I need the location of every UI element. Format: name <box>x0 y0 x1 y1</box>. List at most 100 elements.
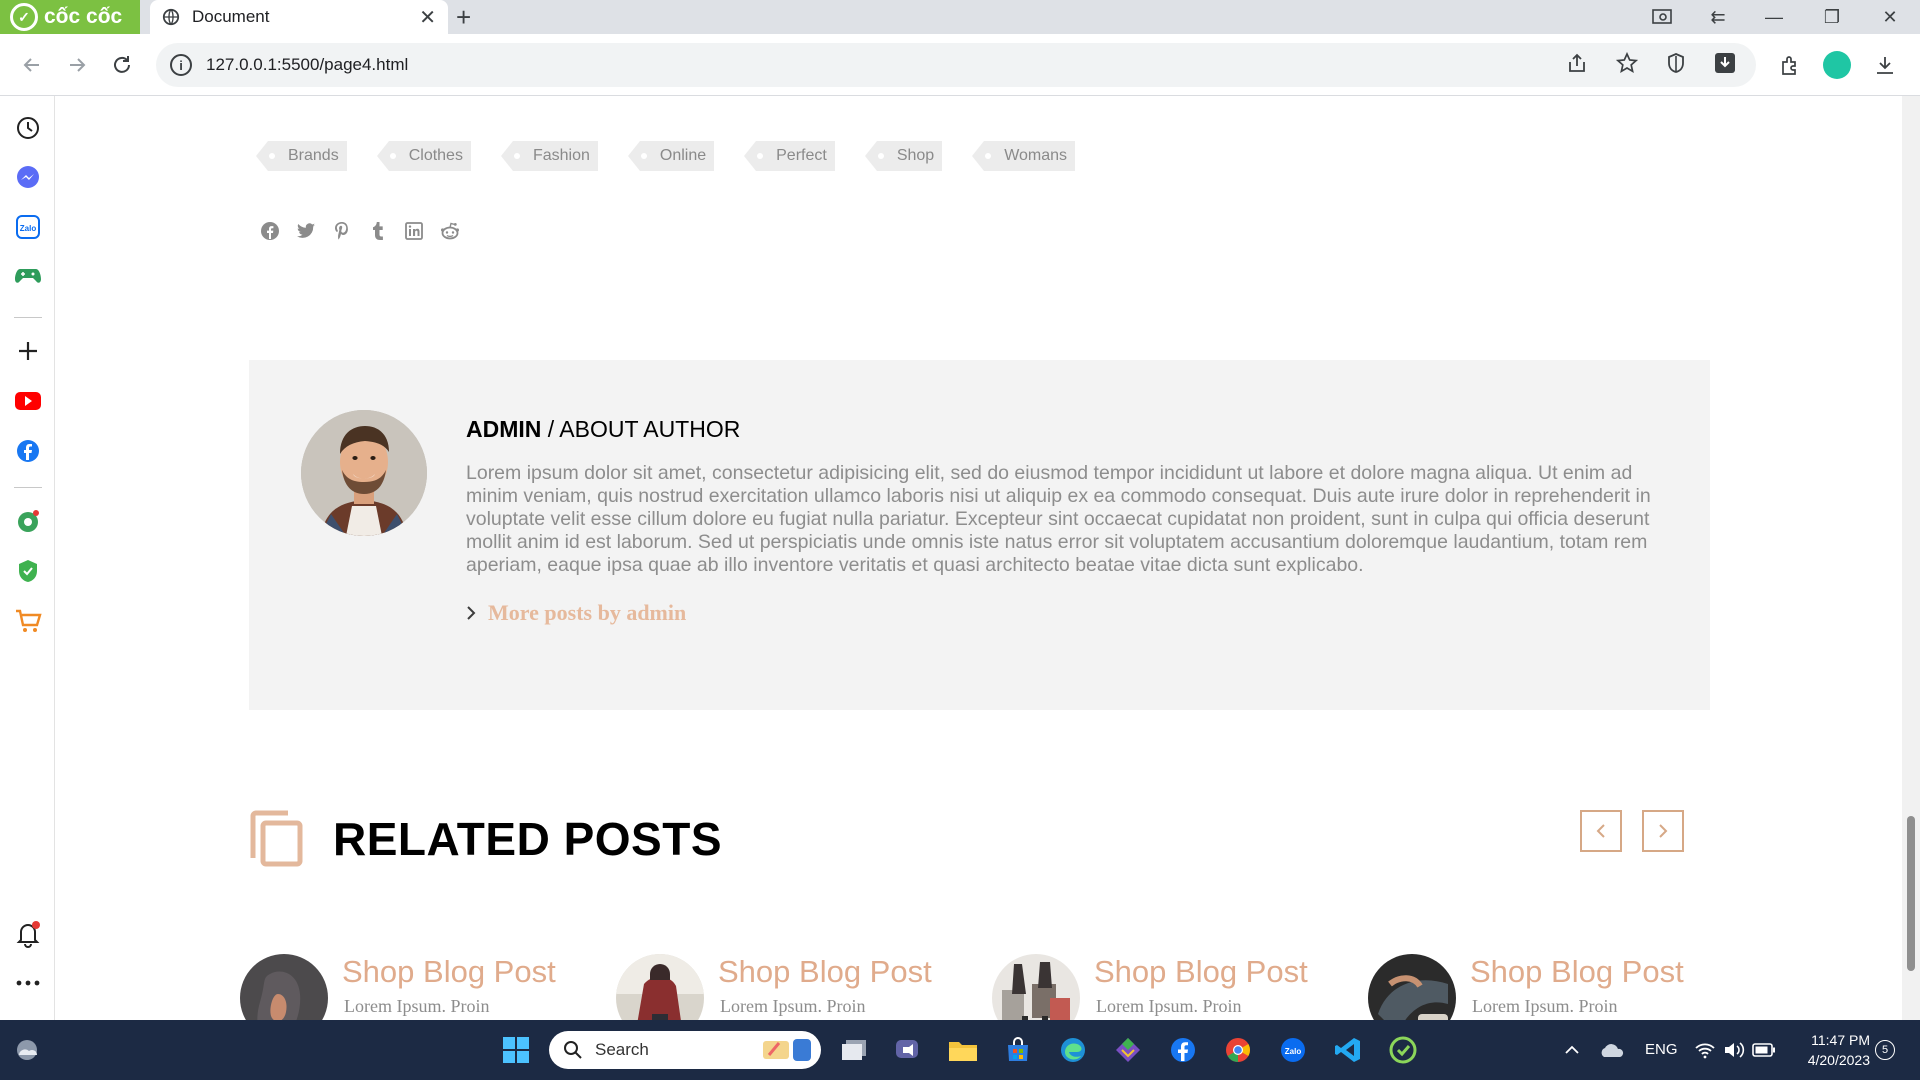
related-post-card[interactable]: Shop Blog Post Lorem Ipsum. Proin <box>992 954 1368 1020</box>
start-windows-icon[interactable] <box>496 1030 536 1070</box>
clock-time: 11:47 PM <box>1811 1032 1870 1048</box>
copy-stack-icon <box>249 810 305 868</box>
chrome-icon[interactable] <box>1218 1030 1258 1070</box>
weather-widget-icon[interactable] <box>8 1030 48 1070</box>
forward-button[interactable] <box>60 48 94 82</box>
post-excerpt: Lorem Ipsum. Proin <box>1096 996 1242 1016</box>
post-title[interactable]: Shop Blog Post <box>342 954 556 990</box>
omnibox[interactable]: i 127.0.0.1:5500/page4.html <box>156 43 1756 87</box>
related-post-card[interactable]: Shop Blog Post Lorem Ipsum. Proin <box>240 954 616 1020</box>
facebook-icon[interactable] <box>13 436 43 466</box>
post-thumbnail[interactable] <box>616 954 704 1020</box>
url-text[interactable]: 127.0.0.1:5500/page4.html <box>206 55 408 75</box>
close-window-button[interactable]: ✕ <box>1868 0 1912 34</box>
more-posts-link[interactable]: More posts by admin <box>466 600 686 626</box>
reddit-icon[interactable] <box>439 220 461 242</box>
language-indicator[interactable]: ENG <box>1645 1041 1678 1058</box>
zalo-app-icon[interactable]: Zalo <box>1273 1030 1313 1070</box>
back-forward-cache-icon[interactable]: ⇇ <box>1696 0 1740 34</box>
facebook-icon[interactable] <box>259 220 281 242</box>
related-post-card[interactable]: Shop Blog Post Lorem Ipsum. Proin <box>616 954 992 1020</box>
svg-text:Zalo: Zalo <box>1285 1047 1302 1056</box>
search-highlight-icon <box>763 1039 811 1061</box>
tag-fashion[interactable]: Fashion <box>500 141 598 171</box>
address-toolbar: i 127.0.0.1:5500/page4.html <box>0 34 1920 96</box>
battery-icon[interactable] <box>1744 1030 1784 1070</box>
search-icon <box>564 1041 582 1059</box>
game-controller-icon[interactable] <box>13 261 43 291</box>
active-tab[interactable]: Document ✕ <box>150 0 448 34</box>
notifications-bell-icon[interactable] <box>13 919 43 949</box>
author-avatar <box>301 410 427 536</box>
twitter-icon[interactable] <box>295 220 317 242</box>
downloads-icon[interactable] <box>1868 48 1902 82</box>
tab-bar: ✓ cốc cốc Document ✕ + ⇇ — ❐ ✕ <box>0 0 1920 34</box>
coccoc-menu-button[interactable]: ✓ cốc cốc <box>0 0 140 34</box>
tag-list: Brands Clothes Fashion Online Perfect Sh… <box>256 141 1076 171</box>
carousel-prev-button[interactable] <box>1580 810 1622 852</box>
post-title[interactable]: Shop Blog Post <box>718 954 932 990</box>
share-page-icon[interactable] <box>1566 52 1588 79</box>
author-name[interactable]: ADMIN <box>466 416 541 442</box>
football-icon[interactable] <box>13 506 43 536</box>
clock-date: 4/20/2023 <box>1807 1052 1870 1068</box>
messenger-icon[interactable] <box>13 162 43 192</box>
facebook-app-icon[interactable] <box>1163 1030 1203 1070</box>
bookmark-star-icon[interactable] <box>1615 51 1639 79</box>
security-shield-icon[interactable] <box>13 556 43 586</box>
scrollbar-thumb[interactable] <box>1907 816 1915 971</box>
back-button[interactable] <box>15 48 49 82</box>
web-page: Brands Clothes Fashion Online Perfect Sh… <box>56 96 1902 1020</box>
profile-avatar[interactable] <box>1820 48 1854 82</box>
tab-search-icon[interactable] <box>1640 0 1684 34</box>
teams-chat-icon[interactable] <box>888 1030 928 1070</box>
new-tab-button[interactable]: + <box>456 2 471 33</box>
site-info-icon[interactable]: i <box>170 54 192 76</box>
more-options-icon[interactable] <box>13 968 43 998</box>
vscode-icon[interactable] <box>1328 1030 1368 1070</box>
savior-download-icon[interactable] <box>1714 52 1736 79</box>
taskbar-search-box[interactable]: Search <box>549 1031 821 1069</box>
git-tool-icon[interactable] <box>1108 1030 1148 1070</box>
page-scrollbar[interactable] <box>1902 96 1920 1020</box>
edge-browser-icon[interactable] <box>1053 1030 1093 1070</box>
close-tab-icon[interactable]: ✕ <box>419 5 436 30</box>
tag-shop[interactable]: Shop <box>864 141 943 171</box>
tag-online[interactable]: Online <box>627 141 715 171</box>
post-title[interactable]: Shop Blog Post <box>1094 954 1308 990</box>
file-explorer-icon[interactable] <box>943 1030 983 1070</box>
tag-womans[interactable]: Womans <box>972 141 1076 171</box>
task-view-icon[interactable] <box>834 1030 874 1070</box>
add-sidebar-app-icon[interactable] <box>13 336 43 366</box>
tag-perfect[interactable]: Perfect <box>744 141 835 171</box>
tag-clothes[interactable]: Clothes <box>376 141 471 171</box>
carousel-next-button[interactable] <box>1642 810 1684 852</box>
related-post-card[interactable]: Shop Blog Post Lorem Ipsum. Proin <box>1368 954 1744 1020</box>
chevron-right-icon <box>467 606 476 620</box>
history-icon[interactable] <box>13 113 43 143</box>
coccoc-logo-icon: ✓ <box>10 3 38 31</box>
microsoft-store-icon[interactable] <box>998 1030 1038 1070</box>
post-thumbnail[interactable] <box>1368 954 1456 1020</box>
post-thumbnail[interactable] <box>992 954 1080 1020</box>
system-clock[interactable]: 11:47 PM 4/20/2023 <box>1790 1030 1870 1070</box>
post-thumbnail[interactable] <box>240 954 328 1020</box>
reload-button[interactable] <box>105 48 139 82</box>
youtube-icon[interactable] <box>13 386 43 416</box>
shopping-cart-icon[interactable] <box>13 606 43 636</box>
show-hidden-icons-chevron-icon[interactable] <box>1552 1030 1592 1070</box>
minimize-button[interactable]: — <box>1752 0 1796 34</box>
notification-count-badge[interactable]: 5 <box>1875 1040 1895 1060</box>
zalo-icon[interactable]: Zalo <box>13 212 43 242</box>
adblock-shield-icon[interactable] <box>1666 52 1686 79</box>
coccoc-app-icon[interactable] <box>1383 1030 1423 1070</box>
globe-icon <box>162 8 180 26</box>
restore-button[interactable]: ❐ <box>1810 0 1854 34</box>
tag-brands[interactable]: Brands <box>256 141 347 171</box>
pinterest-icon[interactable] <box>331 220 353 242</box>
linkedin-icon[interactable] <box>403 220 425 242</box>
tumblr-icon[interactable] <box>367 220 389 242</box>
extensions-icon[interactable] <box>1773 48 1807 82</box>
post-title[interactable]: Shop Blog Post <box>1470 954 1684 990</box>
onedrive-icon[interactable] <box>1592 1030 1632 1070</box>
